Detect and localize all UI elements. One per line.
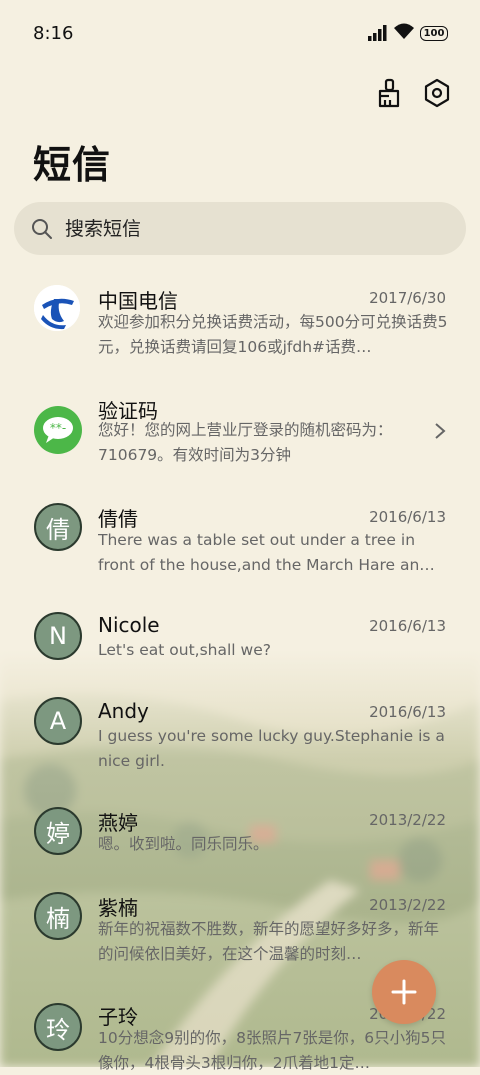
contact-name: Nicole: [98, 613, 160, 637]
avatar: 倩: [34, 503, 82, 551]
avatar: 玲: [34, 1003, 82, 1051]
search-bar[interactable]: [14, 202, 466, 255]
top-actions: [374, 78, 452, 108]
avatar: 婷: [34, 807, 82, 855]
conversation-item[interactable]: N Nicole 2016/6/13 Let's eat out,shall w…: [0, 610, 480, 680]
cellular-signal-icon: [368, 25, 388, 45]
conversation-item[interactable]: 中国电信 2017/6/30 欢迎参加积分兑换话费活动，每500分可兑换话费5元…: [0, 280, 480, 380]
message-preview: There was a table set out under a tree i…: [98, 531, 435, 574]
page-title: 短信: [33, 143, 112, 187]
search-input[interactable]: [63, 216, 447, 241]
message-preview: Let's eat out,shall we?: [98, 641, 271, 659]
conversation-item[interactable]: A Andy 2016/6/13 I guess you're some luc…: [0, 696, 480, 786]
message-preview: 嗯。收到啦。同乐同乐。: [98, 835, 269, 853]
chevron-right-icon[interactable]: [434, 422, 446, 440]
avatar: N: [34, 612, 82, 660]
conversation-item[interactable]: 倩 倩倩 2016/6/13 There was a table set out…: [0, 500, 480, 600]
message-preview: 10分想念9别的你，8张照片7张是你，6只小狗5只像你，4根骨头3根归你，2爪着…: [98, 1029, 447, 1072]
message-date: 2013/2/22: [369, 896, 446, 914]
status-bar: 8:16 100: [0, 0, 480, 64]
message-date: 2016/6/13: [369, 703, 446, 721]
china-telecom-logo-icon: [34, 285, 80, 331]
broom-icon[interactable]: [374, 78, 404, 108]
message-preview: 新年的祝福数不胜数，新年的愿望好多好多，新年的问候依旧美好，在这个温馨的时刻…: [98, 920, 440, 963]
message-date: 2017/6/30: [369, 289, 446, 307]
settings-icon[interactable]: [422, 78, 452, 108]
message-date: 2016/6/13: [369, 617, 446, 635]
message-date: 2016/6/13: [369, 508, 446, 526]
message-preview: I guess you're some lucky guy.Stephanie …: [98, 727, 445, 770]
wifi-icon: [393, 22, 415, 44]
conversation-item[interactable]: 婷 燕婷 2013/2/22 嗯。收到啦。同乐同乐。: [0, 807, 480, 867]
battery-indicator: 100: [420, 26, 448, 41]
new-message-button[interactable]: [372, 960, 436, 1024]
conversation-item[interactable]: **- 验证码 您好！您的网上营业厅登录的随机密码为：710679。有效时间为3…: [0, 390, 480, 485]
avatar: 楠: [34, 892, 82, 940]
svg-text:**-: **-: [50, 421, 66, 435]
message-bubble-icon: **-: [34, 406, 82, 454]
contact-name: Andy: [98, 699, 149, 723]
plus-icon: [391, 979, 417, 1005]
message-preview: 欢迎参加积分兑换话费活动，每500分可兑换话费5元，兑换话费请回复106或jfd…: [98, 313, 448, 356]
message-date: 2013/2/22: [369, 811, 446, 829]
message-preview: 您好！您的网上营业厅登录的随机密码为：710679。有效时间为3分钟: [98, 421, 393, 464]
search-icon: [32, 218, 52, 239]
status-time: 8:16: [33, 23, 74, 44]
avatar: A: [34, 697, 82, 745]
